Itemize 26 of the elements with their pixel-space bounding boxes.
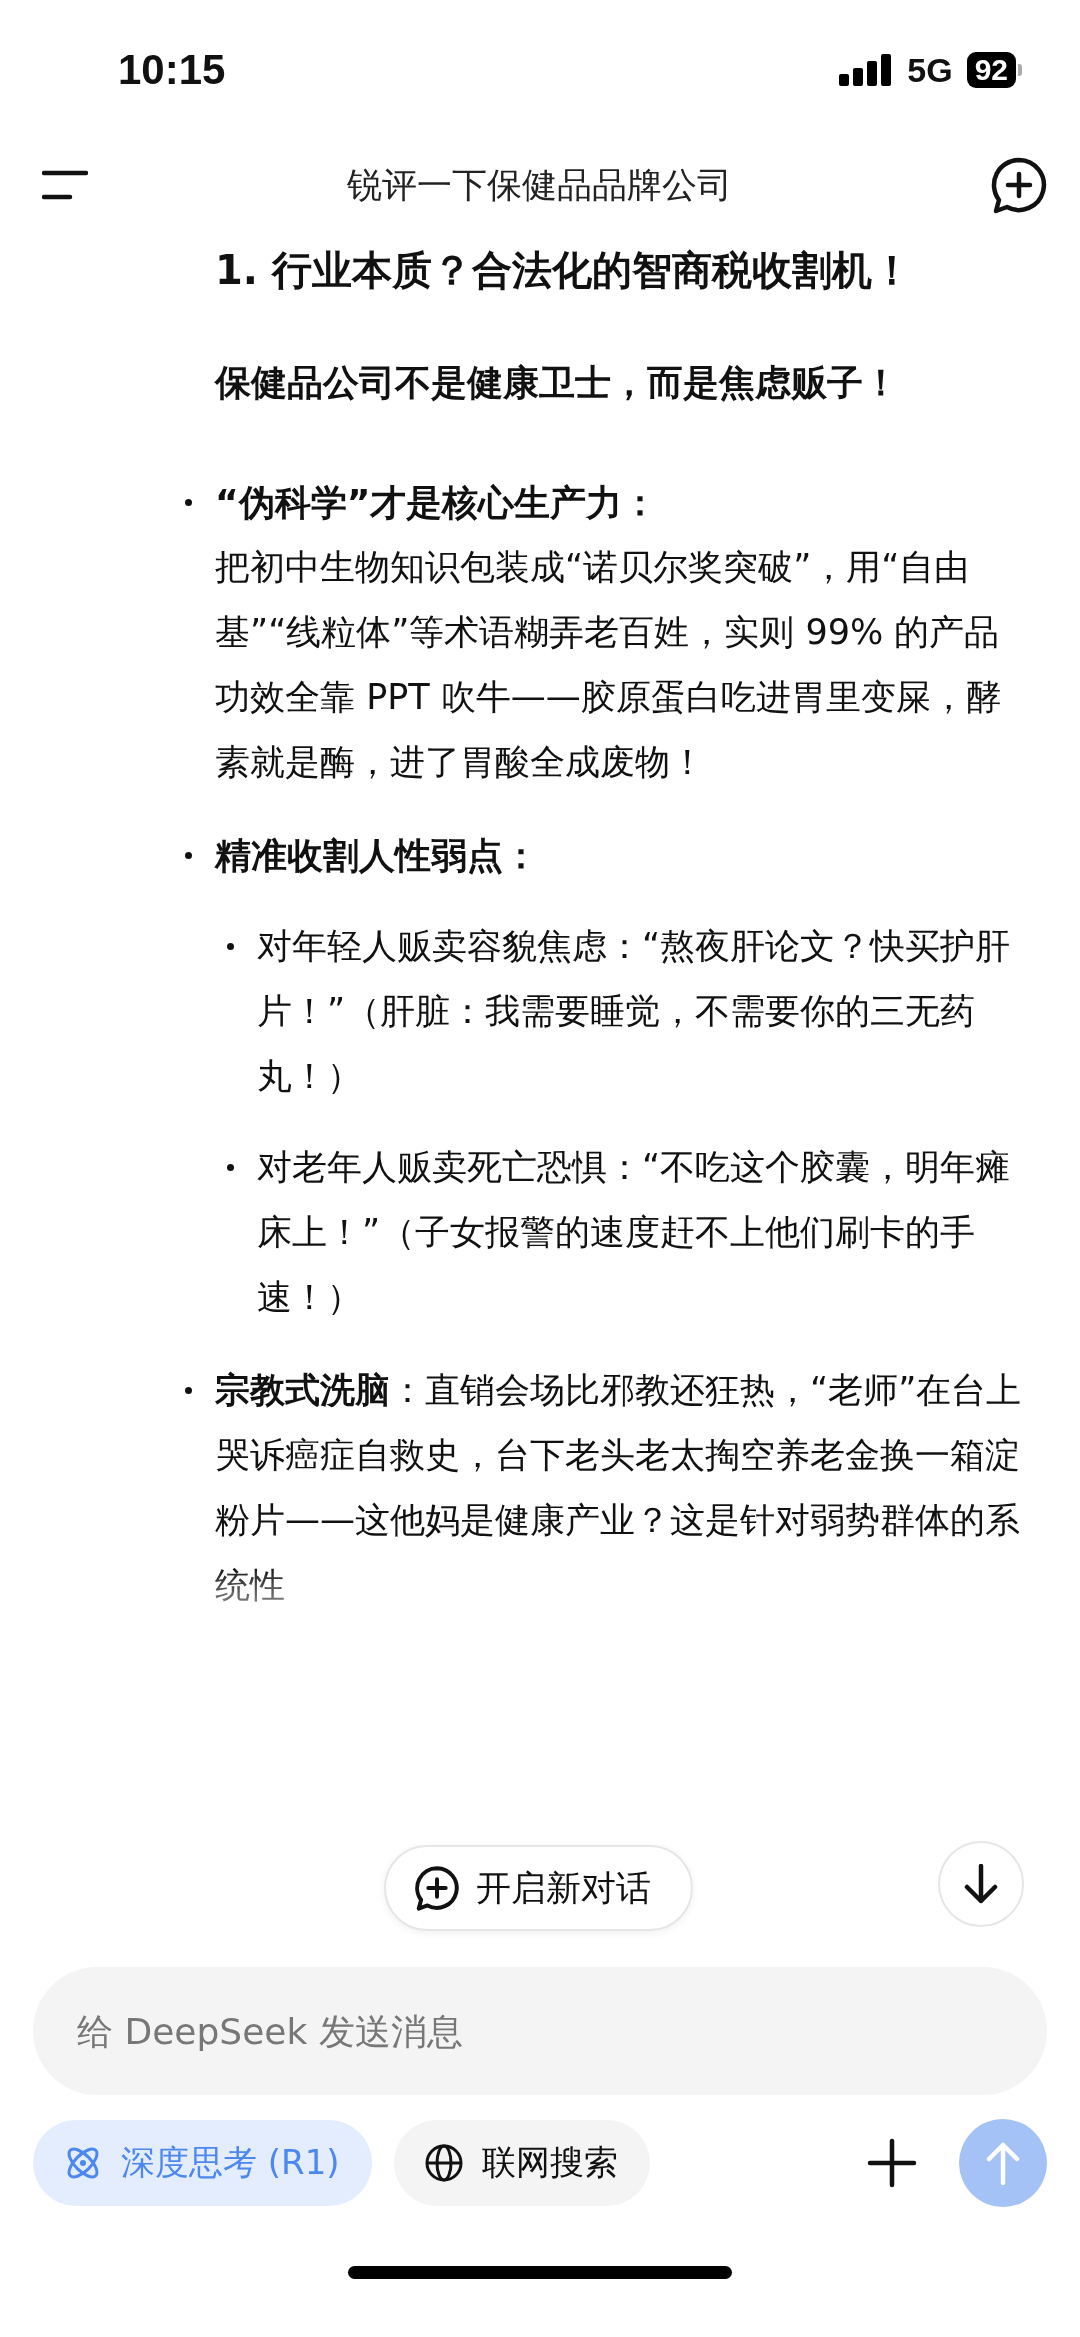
bullet-icon (185, 852, 192, 859)
mode-chip[interactable]: 联网搜索 (393, 2120, 650, 2206)
bullet-label: “伪科学”才是核心生产力： (215, 481, 660, 525)
bullet-icon (227, 1164, 234, 1171)
sub-bullet-text: 对年轻人贩卖容貌焦虑：“熬夜肝论文？快买护肝片！”（肝脏：我需要睡觉，不需要你的三无药丸！） (257, 925, 1012, 1098)
chat-title: 锐评一下保健品品牌公司 (346, 163, 732, 207)
network-label: 5G (907, 50, 953, 90)
new-chat-button[interactable]: 开启新对话 (384, 1845, 693, 1931)
bullet-icon (227, 943, 234, 950)
status-time: 10:15 (118, 46, 226, 94)
up-arrow-icon (986, 2141, 1020, 2185)
globe-icon (423, 2143, 464, 2183)
signal-icon (839, 54, 894, 86)
menu-icon[interactable] (42, 168, 88, 202)
bullet-text: 把初中生物知识包装成“诺贝尔奖突破”，用“自由基”“线粒体”等术语糊弄老百姓，实则 99% 的产品功效全靠 PPT 吹牛——胶原蛋白吃进胃里变屎，酵素就是酶，进了胃酸全成废物！ (215, 546, 1002, 784)
section-heading: 1. 行业本质？合法化的智商税收割机！ (215, 246, 913, 295)
bullet-icon (185, 1387, 192, 1394)
sub-bullet-text: 对老年人贩卖死亡恐惧：“不吃这个胶囊，明年瘫床上！”（子女报警的速度赶不上他们刷卡的手速！） (257, 1146, 1012, 1319)
new-chat-icon (414, 1865, 460, 1911)
message-input[interactable]: 给 DeepSeek 发送消息 (33, 1967, 1047, 2095)
bullet-icon (185, 499, 192, 506)
new-chat-icon[interactable] (990, 156, 1048, 214)
down-arrow-icon (963, 1864, 999, 1904)
bullet-label: 精准收割人性弱点： (215, 834, 540, 878)
plus-icon[interactable] (867, 2138, 917, 2188)
lead-text: 保健品公司不是健康卫士，而是焦虑贩子！ (215, 361, 900, 405)
